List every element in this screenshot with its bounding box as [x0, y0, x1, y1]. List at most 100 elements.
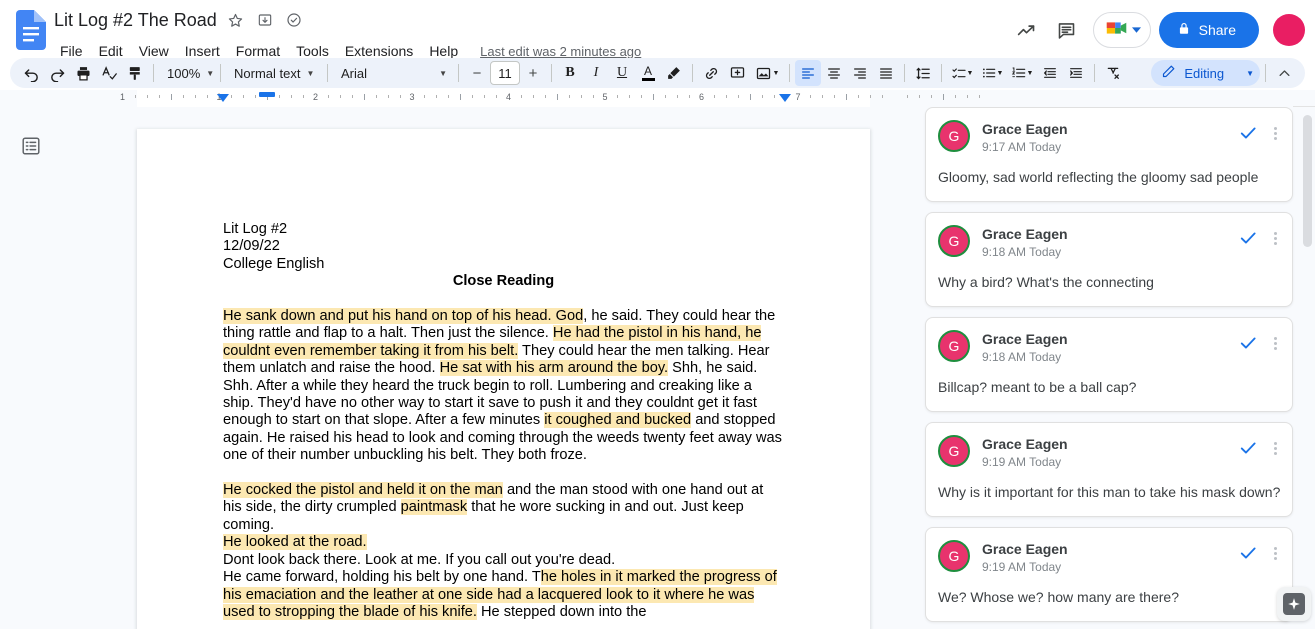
comment-card[interactable]: GGrace Eagen9:19 AM TodayWe? Whose we? h… [925, 527, 1293, 622]
paragraph-style-select[interactable]: Normal text ▼ [226, 60, 322, 86]
checklist-icon[interactable]: ▼ [947, 60, 977, 86]
comment-author: Grace Eagen [982, 331, 1238, 348]
comment-card[interactable]: GGrace Eagen9:19 AM TodayWhy is it impor… [925, 422, 1293, 517]
ruler-tick [810, 95, 811, 98]
underline-button[interactable]: U [609, 60, 635, 86]
last-edit-status[interactable]: Last edit was 2 minutes ago [480, 44, 641, 59]
document-outline-icon[interactable] [16, 131, 46, 161]
trending-up-icon[interactable] [1009, 12, 1045, 48]
user-account-avatar[interactable] [1273, 14, 1305, 46]
align-right-icon[interactable] [847, 60, 873, 86]
document-page[interactable]: Lit Log #2 12/09/22 College English Clos… [137, 129, 870, 629]
ruler-tick [689, 95, 690, 98]
right-indent-marker[interactable] [779, 94, 791, 102]
first-line-indent-marker[interactable] [259, 92, 275, 97]
cloud-saved-icon[interactable] [284, 10, 304, 30]
resolve-checkmark-icon[interactable] [1238, 123, 1258, 143]
comment-card[interactable]: GGrace Eagen9:18 AM TodayWhy a bird? Wha… [925, 212, 1293, 307]
highlighted-text-run: He looked at the road. [223, 534, 367, 550]
ruler-tick [858, 95, 859, 98]
doc-meta-line: College English [223, 256, 784, 273]
ruler[interactable]: 11234567 [0, 90, 1315, 107]
comment-timestamp: 9:18 AM Today [982, 349, 1238, 365]
undo-icon[interactable] [18, 60, 44, 86]
italic-button[interactable]: I [583, 60, 609, 86]
comment-meta: Grace Eagen9:17 AM Today [982, 120, 1238, 155]
ruler-number: 4 [506, 92, 511, 102]
comment-card[interactable]: GGrace Eagen9:17 AM TodayGloomy, sad wor… [925, 107, 1293, 202]
align-left-icon[interactable] [795, 60, 821, 86]
document-paragraph: He came forward, holding his belt by one… [223, 569, 784, 621]
explore-button[interactable] [1277, 587, 1311, 621]
highlighted-text-run: paintmask [401, 499, 468, 515]
document-canvas: Lit Log #2 12/09/22 College English Clos… [62, 107, 915, 629]
ruler-number: 1 [120, 92, 125, 102]
font-family-select[interactable]: Arial ▼ [333, 60, 453, 86]
add-comment-icon[interactable] [724, 60, 750, 86]
ruler-tick [448, 95, 449, 98]
font-size-increase-button[interactable]: + [522, 61, 544, 85]
paint-format-icon[interactable] [122, 60, 148, 86]
ruler-tick [171, 94, 172, 100]
more-options-icon[interactable] [1268, 438, 1282, 458]
lock-icon [1177, 21, 1191, 39]
comments-scrollbar[interactable] [1302, 107, 1312, 629]
google-meet-button[interactable] [1093, 12, 1151, 48]
more-options-icon[interactable] [1268, 123, 1282, 143]
align-center-icon[interactable] [821, 60, 847, 86]
resolve-checkmark-icon[interactable] [1238, 438, 1258, 458]
comments-scrollbar-thumb[interactable] [1303, 115, 1312, 247]
share-button[interactable]: Share [1159, 12, 1259, 48]
text-color-button[interactable]: A [635, 60, 661, 86]
ruler-tick [376, 95, 377, 98]
highlighter-icon[interactable] [661, 60, 687, 86]
more-options-icon[interactable] [1268, 333, 1282, 353]
ruler-tick [207, 95, 208, 98]
doc-meta-line: 12/09/22 [223, 238, 784, 255]
doc-meta-line: Lit Log #2 [223, 221, 784, 238]
insert-image-icon[interactable]: ▼ [750, 60, 784, 86]
resolve-checkmark-icon[interactable] [1238, 228, 1258, 248]
comment-icon[interactable] [1049, 12, 1085, 48]
left-indent-marker[interactable] [217, 94, 229, 102]
clear-formatting-icon[interactable] [1100, 60, 1126, 86]
comment-card[interactable]: GGrace Eagen9:18 AM TodayBillcap? meant … [925, 317, 1293, 412]
document-body[interactable]: Lit Log #2 12/09/22 College English Clos… [137, 129, 870, 621]
comment-meta: Grace Eagen9:18 AM Today [982, 330, 1238, 365]
decrease-indent-icon[interactable] [1037, 60, 1063, 86]
align-justify-icon[interactable] [873, 60, 899, 86]
ruler-tick [738, 95, 739, 98]
ruler-tick [822, 95, 823, 98]
avatar: G [938, 540, 970, 572]
numbered-list-icon[interactable]: ▼ [1007, 60, 1037, 86]
ruler-tick [279, 95, 280, 98]
editing-mode-button[interactable]: Editing ▼ [1151, 60, 1260, 86]
font-size-decrease-button[interactable]: − [466, 61, 488, 85]
print-icon[interactable] [70, 60, 96, 86]
star-icon[interactable] [226, 10, 246, 30]
toolbar-divider [220, 64, 221, 82]
font-family-value: Arial [341, 66, 367, 81]
spellcheck-icon[interactable] [96, 60, 122, 86]
more-options-icon[interactable] [1268, 228, 1282, 248]
line-spacing-icon[interactable] [910, 60, 936, 86]
resolve-checkmark-icon[interactable] [1238, 333, 1258, 353]
ruler-tick [955, 95, 956, 98]
link-icon[interactable] [698, 60, 724, 86]
increase-indent-icon[interactable] [1063, 60, 1089, 86]
redo-icon[interactable] [44, 60, 70, 86]
bulleted-list-icon[interactable]: ▼ [977, 60, 1007, 86]
sparkle-icon [1283, 593, 1305, 615]
ruler-tick [569, 95, 570, 98]
more-options-icon[interactable] [1268, 543, 1282, 563]
zoom-select[interactable]: 100% ▼ [159, 60, 215, 86]
resolve-checkmark-icon[interactable] [1238, 543, 1258, 563]
move-to-folder-icon[interactable] [255, 10, 275, 30]
document-paragraphs: He sank down and put his hand on top of … [223, 308, 784, 621]
google-docs-logo[interactable] [14, 8, 48, 52]
document-title[interactable]: Lit Log #2 The Road [54, 10, 217, 31]
collapse-toolbar-button[interactable] [1271, 60, 1297, 86]
highlighted-text-run: it coughed and bucked [544, 412, 691, 428]
font-size-input[interactable]: 11 [490, 61, 520, 85]
bold-button[interactable]: B [557, 60, 583, 86]
